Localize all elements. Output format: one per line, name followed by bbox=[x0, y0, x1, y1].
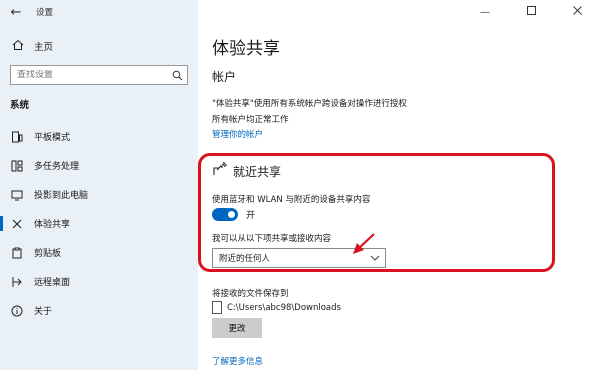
sidebar-item-label: 剪贴板 bbox=[34, 249, 62, 259]
sidebar-nav: 平板模式 多任务处理 投影到此电脑 体验共享 剪贴板 远程桌面 关于 bbox=[0, 122, 198, 325]
nearby-sharing-title: 就近共享 bbox=[233, 164, 282, 179]
app-title: 设置 bbox=[36, 8, 54, 18]
account-description: "体验共享"使用所有系统帐户跨设备对操作进行授权 bbox=[212, 99, 407, 109]
main-content: 体验共享 帐户 "体验共享"使用所有系统帐户跨设备对操作进行授权 所有帐户均正常… bbox=[198, 0, 600, 370]
sidebar-item-label: 平板模式 bbox=[34, 133, 71, 143]
toggle-knob bbox=[228, 211, 235, 218]
sidebar-item-multitasking[interactable]: 多任务处理 bbox=[0, 151, 198, 180]
manage-accounts-link[interactable]: 管理你的帐户 bbox=[212, 128, 263, 140]
clipboard-icon bbox=[10, 246, 24, 260]
info-icon bbox=[10, 304, 24, 318]
title-bar: ← 设置 bbox=[0, 0, 198, 24]
save-location-label: 将接收的文件保存到 bbox=[212, 289, 289, 299]
project-icon bbox=[10, 188, 24, 202]
share-from-value: 附近的任何人 bbox=[219, 254, 271, 264]
share-from-label: 我可以从以下项共享或接收内容 bbox=[212, 234, 332, 244]
save-path: C:\Users\abc98\Downloads bbox=[227, 302, 341, 313]
back-arrow-icon: ← bbox=[10, 4, 22, 20]
sidebar-item-label: 体验共享 bbox=[34, 220, 71, 230]
account-heading: 帐户 bbox=[212, 70, 237, 84]
save-path-row: C:\Users\abc98\Downloads bbox=[212, 301, 341, 314]
sidebar-item-label: 远程桌面 bbox=[34, 278, 71, 288]
sidebar-item-clipboard[interactable]: 剪贴板 bbox=[0, 238, 198, 267]
toggle-state-label: 开 bbox=[246, 211, 256, 221]
sidebar: ← 设置 主页 系统 平板模式 多任务处理 bbox=[0, 0, 198, 370]
bluetooth-wlan-label: 使用蓝牙和 WLAN 与附近的设备共享内容 bbox=[212, 195, 371, 205]
annotation-arrow-icon bbox=[348, 232, 378, 259]
search-input[interactable] bbox=[17, 70, 167, 80]
nearby-share-icon bbox=[212, 162, 227, 180]
sidebar-item-label: 多任务处理 bbox=[34, 162, 80, 172]
change-location-button[interactable]: 更改 bbox=[212, 318, 262, 338]
search-icon[interactable] bbox=[167, 66, 187, 84]
sidebar-item-tablet-mode[interactable]: 平板模式 bbox=[0, 122, 198, 151]
sidebar-item-shared-experiences[interactable]: 体验共享 bbox=[0, 209, 198, 238]
back-button[interactable]: ← bbox=[4, 0, 28, 24]
account-status: 所有帐户均正常工作 bbox=[212, 115, 289, 125]
search-box[interactable] bbox=[10, 65, 188, 85]
nearby-sharing-heading: 就近共享 bbox=[212, 162, 281, 180]
home-icon bbox=[12, 39, 28, 54]
multitasking-icon bbox=[10, 159, 24, 173]
page-title: 体验共享 bbox=[212, 39, 280, 59]
sidebar-item-about[interactable]: 关于 bbox=[0, 296, 198, 325]
section-label: 系统 bbox=[10, 100, 30, 111]
sidebar-item-label: 投影到此电脑 bbox=[34, 191, 89, 201]
sidebar-item-home[interactable]: 主页 bbox=[0, 36, 198, 56]
folder-icon bbox=[212, 301, 222, 314]
home-label: 主页 bbox=[34, 42, 54, 53]
sidebar-item-remote-desktop[interactable]: 远程桌面 bbox=[0, 267, 198, 296]
sidebar-item-project[interactable]: 投影到此电脑 bbox=[0, 180, 198, 209]
remote-desktop-icon bbox=[10, 275, 24, 289]
learn-more-link[interactable]: 了解更多信息 bbox=[212, 355, 263, 367]
tablet-mode-icon bbox=[10, 130, 24, 144]
nearby-sharing-toggle[interactable] bbox=[212, 208, 238, 221]
sidebar-item-label: 关于 bbox=[34, 307, 53, 317]
shared-experiences-icon bbox=[10, 217, 24, 231]
